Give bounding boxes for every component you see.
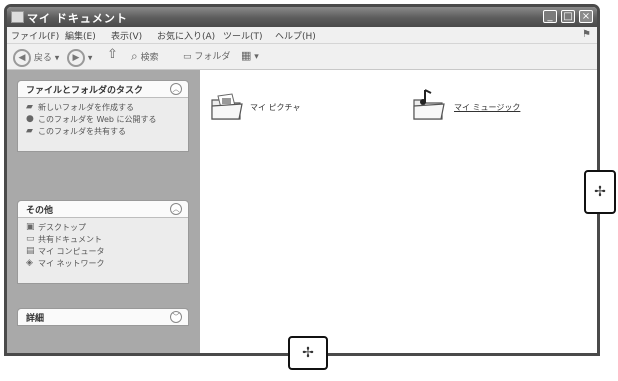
place-label: 共有ドキュメント [38, 235, 102, 244]
search-icon: ⌕ [131, 49, 138, 63]
move-cursor-icon: ✢ [594, 184, 606, 200]
task-share-folder[interactable]: ▰ このフォルダを共有する [18, 126, 188, 138]
menu-tools[interactable]: ツール(T) [223, 29, 263, 42]
forward-arrow-icon: ▶ [67, 49, 85, 67]
place-label: マイ コンピュータ [38, 247, 105, 256]
close-button[interactable]: × [579, 10, 593, 23]
folder-app-icon [11, 11, 24, 23]
task-pane: ファイルとフォルダのタスク ︿ ▰ 新しいフォルダを作成する ● このフォルダを… [7, 70, 200, 353]
place-my-computer[interactable]: ▤ マイ コンピュータ [18, 246, 188, 258]
window-title: マイ ドキュメント [27, 12, 128, 25]
details-panel: 詳細 ﹀ [17, 308, 189, 326]
folders-label: フォルダ [194, 52, 231, 62]
desktop-icon: ▣ [26, 222, 35, 232]
forward-button[interactable]: ▶ ▾ [67, 49, 92, 67]
menu-help[interactable]: ヘルプ(H) [275, 29, 316, 42]
menu-bar: ファイル(F) 編集(E) 表示(V) お気に入り(A) ツール(T) ヘルプ(… [7, 27, 597, 44]
panel-header[interactable]: ファイルとフォルダのタスク ︿ [18, 81, 188, 98]
panel-title: その他 [26, 206, 54, 216]
task-publish-web[interactable]: ● このフォルダを Web に公開する [18, 114, 188, 126]
panel-title: ファイルとフォルダのタスク [26, 86, 144, 96]
windows-flag-icon: ⚑ [582, 29, 591, 40]
horizontal-resize-cursor[interactable]: ✢ [584, 170, 616, 214]
publish-web-icon: ● [26, 114, 34, 124]
search-button[interactable]: ⌕ 検索 [131, 49, 159, 64]
pictures-folder-icon [211, 93, 243, 120]
toolbar: ◀ 戻る ▾ ▶ ▾ ⇧ ⌕ 検索 ▭ フォルダ ▦ ▾ [7, 44, 597, 70]
place-label: マイ ネットワーク [38, 259, 105, 268]
shared-documents-icon: ▭ [26, 234, 35, 244]
task-label: このフォルダを Web に公開する [38, 115, 157, 124]
folders-button[interactable]: ▭ フォルダ [183, 49, 230, 62]
place-label: デスクトップ [38, 223, 86, 232]
place-desktop[interactable]: ▣ デスクトップ [18, 222, 188, 234]
place-shared-documents[interactable]: ▭ 共有ドキュメント [18, 234, 188, 246]
panel-header[interactable]: その他 ︿ [18, 201, 188, 218]
menu-view[interactable]: 表示(V) [111, 29, 142, 42]
up-folder-icon[interactable]: ⇧ [107, 47, 118, 62]
back-label: 戻る [33, 53, 52, 64]
network-icon: ◈ [26, 258, 33, 268]
file-list-area: マイ ピクチャ マイ ミュージック [200, 70, 597, 353]
panel-title: 詳細 [26, 314, 45, 324]
folder-label[interactable]: マイ ピクチャ [250, 102, 300, 113]
my-computer-icon: ▤ [26, 246, 35, 256]
expand-icon[interactable]: ﹀ [170, 311, 182, 323]
back-arrow-icon: ◀ [13, 49, 31, 67]
move-cursor-icon: ✢ [302, 345, 314, 361]
panel-header[interactable]: 詳細 ﹀ [18, 309, 188, 325]
views-icon: ▦ [241, 49, 252, 62]
title-bar[interactable]: マイ ドキュメント _ □ × [7, 7, 597, 27]
collapse-icon[interactable]: ︿ [170, 83, 182, 95]
task-new-folder[interactable]: ▰ 新しいフォルダを作成する [18, 102, 188, 114]
new-folder-icon: ▰ [26, 102, 33, 112]
folder-item-my-pictures[interactable] [210, 92, 244, 122]
folders-icon: ▭ [183, 52, 192, 62]
task-label: 新しいフォルダを作成する [38, 103, 134, 112]
music-folder-icon [413, 89, 445, 120]
menu-edit[interactable]: 編集(E) [65, 29, 96, 42]
place-network[interactable]: ◈ マイ ネットワーク [18, 258, 188, 270]
search-label: 検索 [140, 53, 159, 63]
back-button[interactable]: ◀ 戻る ▾ [13, 49, 59, 67]
menu-file[interactable]: ファイル(F) [11, 29, 59, 42]
other-places-panel: その他 ︿ ▣ デスクトップ ▭ 共有ドキュメント ▤ マイ コンピュータ ◈ [17, 200, 189, 284]
maximize-button[interactable]: □ [561, 10, 575, 23]
vertical-resize-cursor[interactable]: ✢ [288, 336, 328, 370]
collapse-icon[interactable]: ︿ [170, 203, 182, 215]
file-folder-tasks-panel: ファイルとフォルダのタスク ︿ ▰ 新しいフォルダを作成する ● このフォルダを… [17, 80, 189, 152]
minimize-button[interactable]: _ [543, 10, 557, 23]
menu-favorites[interactable]: お気に入り(A) [157, 29, 215, 42]
share-folder-icon: ▰ [26, 126, 33, 136]
explorer-window: マイ ドキュメント _ □ × ファイル(F) 編集(E) 表示(V) お気に入… [4, 4, 600, 356]
folder-item-my-music[interactable] [412, 88, 448, 122]
folder-label[interactable]: マイ ミュージック [454, 102, 520, 113]
views-button[interactable]: ▦ ▾ [241, 49, 259, 62]
task-label: このフォルダを共有する [38, 127, 126, 136]
